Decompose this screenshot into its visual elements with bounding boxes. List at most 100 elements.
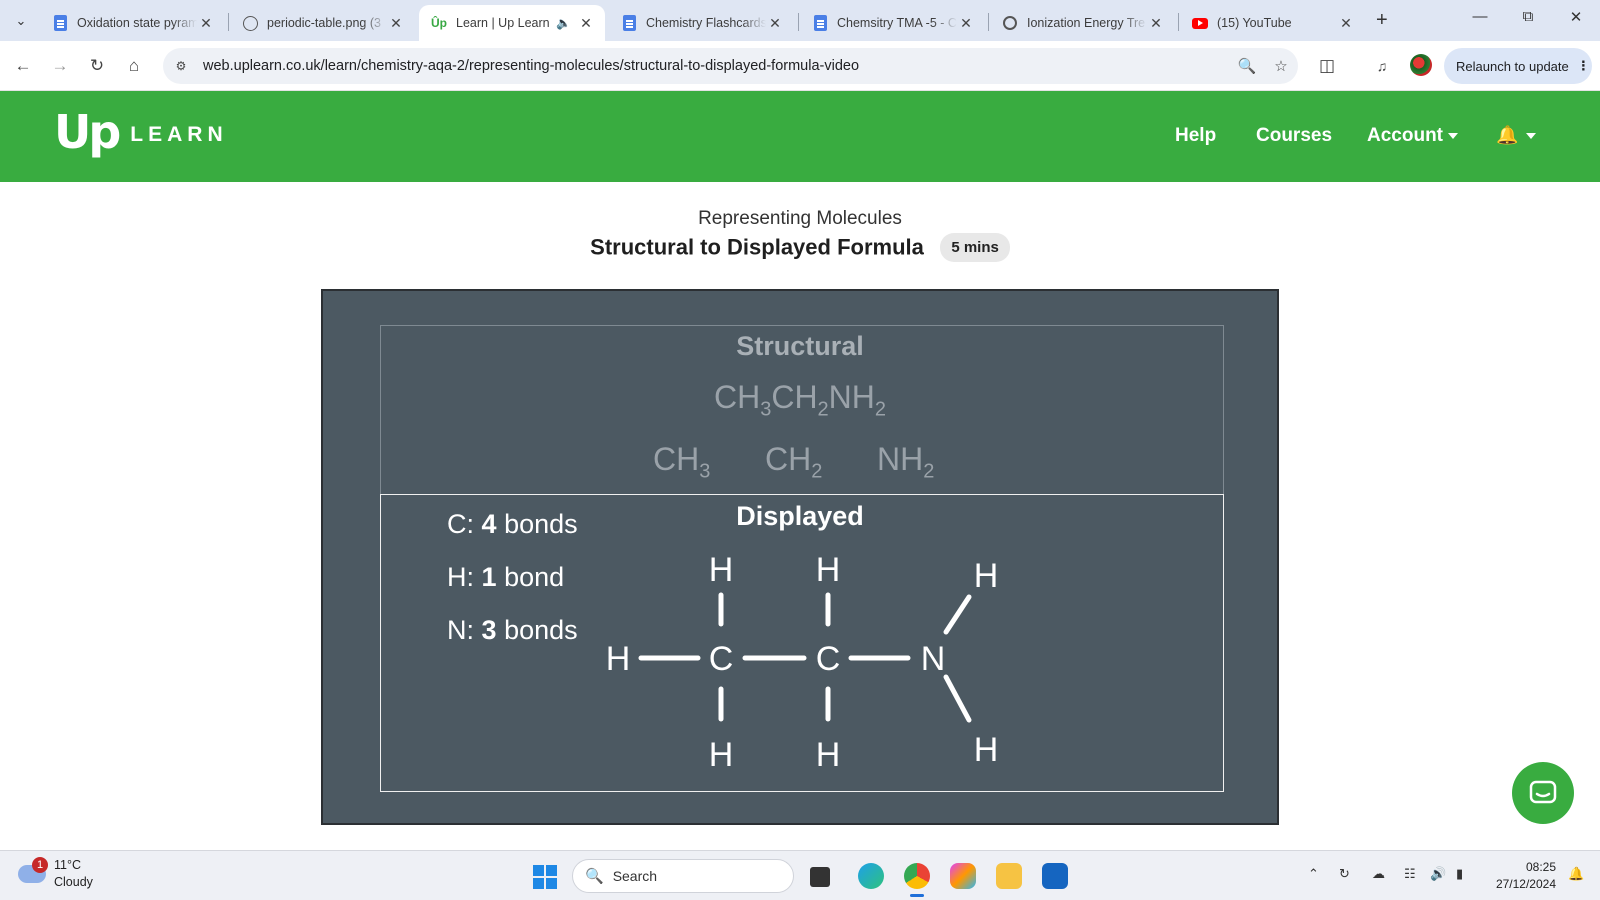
close-icon[interactable]: ✕ [766,15,784,32]
atom-h-left: H [606,640,631,678]
window-close-icon[interactable]: ✕ [1556,8,1596,26]
lesson-heading: Structural to Displayed Formula 5 mins [0,233,1600,262]
bond-n-h-top [943,594,972,635]
chrome-icon[interactable] [904,863,930,889]
url-text[interactable]: web.uplearn.co.uk/learn/chemistry-aqa-2/… [203,58,1230,74]
notifications-bell-icon[interactable]: 🔔 [1496,125,1537,146]
new-tab-plus-icon[interactable]: + [1376,9,1388,32]
close-icon[interactable]: ✕ [1337,15,1355,32]
uplearn-logo[interactable]: Up LEARN [54,109,228,155]
tab-title: Ionization Energy Tre [1027,16,1146,30]
profile-avatar[interactable] [1410,54,1432,76]
nav-help[interactable]: Help [1175,125,1216,147]
network-icon[interactable]: ☷ [1404,866,1416,882]
folder-icon[interactable] [996,863,1022,889]
chat-launcher-button[interactable] [1512,762,1574,824]
module-title: Representing Molecules [698,208,902,229]
volume-icon[interactable]: 🔊 [1430,866,1446,882]
back-arrow-icon[interactable]: ← [10,53,36,79]
nav-account-label: Account [1367,125,1443,146]
tab-title: Chemistry Flashcards [646,16,766,30]
tab-search-chevron-icon[interactable]: ⌄ [8,8,34,34]
bond-n-h-bottom [943,674,972,723]
displayed-formula-diagram: H C C N H H H H H H [606,551,999,774]
extensions-puzzle-icon[interactable]: ◫ [1314,53,1340,79]
close-icon[interactable]: ✕ [197,15,215,32]
speaker-icon[interactable]: 🔈 [556,16,571,30]
docs-icon [52,15,68,31]
relaunch-label: Relaunch to update [1456,58,1569,74]
restore-icon[interactable]: ⧉ [1508,8,1548,25]
notification-bell-icon[interactable]: 🔔 [1568,866,1584,882]
chrome-active-indicator [910,894,924,897]
reload-icon[interactable]: ↻ [84,53,110,79]
zoom-icon[interactable]: 🔍 [1230,57,1264,75]
weather-badge: 1 [32,857,48,873]
search-icon: 🔍 [585,868,604,885]
browser-tab-strip: ⌄ Oxidation state pyramid ✕ periodic-tab… [0,0,1600,41]
tab-chemistry-tma[interactable]: Chemsitry TMA -5 - C ✕ [800,5,985,41]
file-explorer-dark-icon[interactable] [810,867,830,887]
tab-uplearn[interactable]: Ûp Learn | Up Learn 🔈 ✕ [419,5,605,41]
battery-icon[interactable]: ▮ [1456,866,1463,882]
tab-ionization-energy[interactable]: Ionization Energy Tre ✕ [990,5,1175,41]
tab-title: Oxidation state pyramid [77,16,197,30]
weather-condition: Cloudy [54,875,93,889]
tab-youtube[interactable]: (15) YouTube ✕ [1180,5,1365,41]
close-icon[interactable]: ✕ [1147,15,1165,32]
clock-date: 27/12/2024 [1495,877,1556,891]
clock[interactable]: 08:25 27/12/2024 [1470,859,1556,893]
tab-title: (15) YouTube [1217,16,1292,30]
nav-account[interactable]: Account [1367,125,1458,147]
tab-oxidation-state[interactable]: Oxidation state pyramid ✕ [40,5,225,41]
close-icon[interactable]: ✕ [387,15,405,32]
outlook-icon[interactable] [1042,863,1068,889]
sync-icon[interactable]: ↻ [1339,866,1350,882]
edge-icon[interactable] [858,863,884,889]
chevron-down-icon [1448,132,1458,139]
openai-icon [1002,15,1018,31]
site-info-icon[interactable]: ⚙ [171,59,191,73]
logo-learn-text: LEARN [130,123,228,146]
weather-widget[interactable]: 1 11°C Cloudy [18,857,93,891]
video-player[interactable]: Structural CH3CH2NH2 CH3 CH2 NH2 Display… [321,289,1279,825]
cloud-icon: 1 [18,857,48,883]
relaunch-button[interactable]: Relaunch to update ⋮ [1444,48,1592,84]
tray-chevron-up-icon[interactable]: ⌃ [1308,866,1319,882]
atom-h-bottom-1: H [709,736,734,774]
atom-c-1: C [709,640,734,678]
windows-start-icon[interactable] [533,865,557,889]
atom-h-bottom-2: H [816,736,841,774]
site-header: Up LEARN Help Courses Account 🔔 [0,91,1600,182]
atom-h-top-2: H [816,551,841,589]
home-icon[interactable]: ⌂ [121,53,147,79]
logo-up-text: Up [54,105,121,159]
onedrive-cloud-icon[interactable]: ☁ [1372,866,1385,882]
forward-arrow-icon[interactable]: → [47,53,73,79]
uplearn-icon: Ûp [431,16,447,30]
windows-taskbar: 1 11°C Cloudy 🔍 Search ⌃ ↻ ☁ ☷ 🔊 ▮ 08:25… [0,850,1600,900]
taskbar-search-box[interactable]: 🔍 Search [572,859,794,893]
nav-courses[interactable]: Courses [1256,125,1332,147]
globe-icon [242,15,258,31]
close-icon[interactable]: ✕ [957,15,975,32]
atom-h-n-top: H [974,557,999,595]
atom-h-n-bottom: H [974,731,999,769]
clock-time: 08:25 [1525,860,1556,874]
lesson-title: Structural to Displayed Formula [590,234,924,260]
tab-chemistry-flashcards[interactable]: Chemistry Flashcards ✕ [609,5,794,41]
youtube-icon [1192,15,1208,31]
temperature: 11°C [54,858,82,872]
tab-periodic-table[interactable]: periodic-table.png (3 ✕ [230,5,415,41]
docs-icon [621,15,637,31]
copilot-icon[interactable] [950,863,976,889]
address-bar[interactable]: ⚙ web.uplearn.co.uk/learn/chemistry-aqa-… [163,48,1298,84]
browser-toolbar: ← → ↻ ⌂ ⚙ web.uplearn.co.uk/learn/chemis… [0,41,1600,91]
close-icon[interactable]: ✕ [577,15,595,32]
bookmark-star-icon[interactable]: ☆ [1264,57,1298,75]
docs-icon [812,15,828,31]
atom-c-2: C [816,640,841,678]
media-controls-icon[interactable]: ♫ [1369,53,1395,79]
minimize-icon[interactable]: — [1460,8,1500,25]
more-menu-icon[interactable]: ⋮ [1577,58,1590,74]
